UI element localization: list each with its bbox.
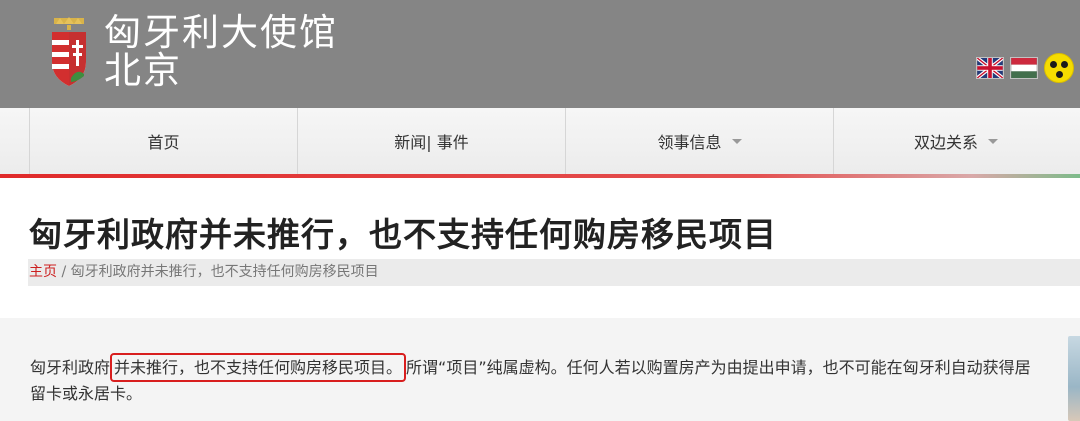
nav-item-home[interactable]: 首页: [30, 108, 298, 174]
icon-dot: [1061, 61, 1068, 68]
icon-dot: [1050, 61, 1057, 68]
breadcrumb: 主页 / 匈牙利政府并未推行，也不支持任何购房移民项目: [28, 259, 1080, 286]
site-header: 匈牙利大使馆 北京: [0, 0, 1080, 108]
breadcrumb-current: 匈牙利政府并未推行，也不支持任何购房移民项目: [70, 264, 379, 280]
coat-of-arms-icon[interactable]: [46, 16, 92, 88]
nav-divider: [0, 174, 1080, 178]
chevron-down-icon: [731, 138, 742, 144]
body-text-prefix: 匈牙利政府: [30, 358, 111, 377]
nav-item-label: 新闻| 事件: [394, 133, 469, 152]
breadcrumb-separator: /: [57, 264, 71, 280]
article-body: 匈牙利政府 并未推行，也不支持任何购房移民项目。 所谓“项目”纯属虚构。任何人若以购…: [30, 353, 1042, 407]
page-title: 匈牙利政府并未推行，也不支持任何购房移民项目: [29, 215, 777, 254]
nav-item-label: 首页: [147, 133, 180, 152]
nav-item-label: 领事信息: [657, 133, 722, 152]
nav-spacer: [0, 108, 30, 174]
nav-item-label: 双边关系: [913, 133, 978, 152]
highlighted-statement: 并未推行，也不支持任何购房移民项目。: [110, 353, 407, 382]
site-title-line2: 北京: [104, 49, 182, 92]
low-vision-icon[interactable]: [1044, 53, 1074, 83]
nav-item-news[interactable]: 新闻| 事件: [298, 108, 566, 174]
chevron-down-icon: [988, 138, 998, 144]
main-nav: 首页 新闻| 事件 领事信息 双边关系: [0, 108, 1080, 174]
site-title-line1: 匈牙利大使馆: [104, 11, 338, 54]
sidebar-image[interactable]: [1068, 336, 1080, 421]
nav-item-bilateral[interactable]: 双边关系: [834, 108, 1078, 174]
language-switcher: [976, 53, 1074, 83]
english-flag-icon[interactable]: [976, 57, 1004, 79]
site-title[interactable]: 匈牙利大使馆 北京: [104, 14, 338, 90]
icon-dot: [1055, 71, 1063, 78]
hungarian-flag-icon[interactable]: [1010, 57, 1038, 79]
breadcrumb-home-link[interactable]: 主页: [29, 264, 57, 280]
nav-item-consular[interactable]: 领事信息: [566, 108, 834, 174]
